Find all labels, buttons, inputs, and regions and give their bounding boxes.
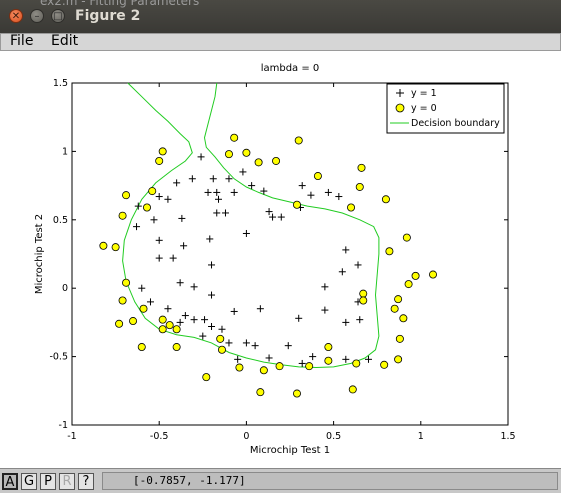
rejected-point — [256, 388, 265, 397]
y-tick-label: -1 — [59, 420, 68, 431]
rejected-point — [275, 362, 284, 371]
status-bar: A G P R ? [-0.7857, -1.177] — [0, 468, 561, 493]
help-button[interactable]: ? — [78, 473, 94, 490]
rejected-point — [142, 203, 151, 212]
rejected-point — [294, 136, 303, 145]
y-tick-label: -0.5 — [49, 352, 68, 363]
x-tick-label: -1 — [67, 431, 76, 442]
y-tick-label: 1.5 — [53, 78, 68, 89]
rejected-point — [394, 355, 403, 364]
x-tick-label: 1 — [418, 431, 424, 442]
rejected-point — [115, 319, 124, 328]
rejected-point — [158, 315, 167, 324]
rejected-point — [259, 366, 268, 375]
minimize-button[interactable]: – — [30, 9, 44, 23]
rejected-point — [122, 191, 131, 200]
maximize-button[interactable]: □ — [51, 9, 65, 23]
rejected-point — [172, 325, 181, 334]
rejected-point — [348, 385, 357, 394]
rotate-button[interactable]: R — [59, 473, 75, 490]
minimize-icon: – — [34, 11, 40, 22]
x-tick-label: -0.5 — [150, 431, 169, 442]
rejected-point — [224, 150, 233, 159]
legend-label-y1: y = 1 — [411, 88, 437, 99]
rejected-point — [324, 356, 333, 365]
y-tick-label: 0 — [62, 283, 68, 294]
close-button[interactable]: ✕ — [9, 9, 23, 23]
axes-box — [71, 82, 509, 426]
rejected-point — [129, 317, 138, 326]
legend-label-boundary: Decision boundary — [411, 118, 500, 129]
rejected-point — [292, 200, 301, 209]
rejected-point — [359, 296, 368, 305]
rejected-point — [165, 321, 174, 330]
rejected-point — [118, 211, 127, 220]
legend-label-y0: y = 0 — [411, 103, 437, 114]
rejected-point — [216, 334, 225, 343]
rejected-point — [137, 343, 146, 352]
maximize-icon: □ — [53, 11, 63, 22]
rejected-point — [272, 156, 281, 165]
legend: y = 1 y = 0 Decision boundary — [386, 83, 505, 134]
rejected-point — [235, 363, 244, 372]
legend-circle-icon — [395, 103, 405, 113]
rejected-point — [139, 304, 148, 313]
rejected-point — [395, 334, 404, 343]
rejected-point — [429, 270, 438, 279]
window-title: Figure 2 — [75, 8, 141, 24]
x-axis-label: Microchip Test 1 — [250, 445, 330, 456]
title-bar[interactable]: ex2.m - Fitting Parameters ✕ – □ Figure … — [0, 0, 561, 34]
rejected-point — [172, 343, 181, 352]
rejected-point — [347, 203, 356, 212]
close-icon: ✕ — [11, 11, 21, 22]
rejected-point — [292, 389, 301, 398]
rejected-point — [122, 278, 131, 287]
rejected-point — [217, 345, 226, 354]
rejected-point — [158, 147, 167, 156]
coordinate-readout: [-0.7857, -1.177] — [102, 472, 558, 490]
grid-button[interactable]: G — [21, 473, 37, 490]
y-tick-label: 1 — [62, 146, 68, 157]
menu-bar: File Edit — [0, 33, 561, 51]
rejected-point — [111, 243, 120, 252]
rejected-point — [355, 182, 364, 191]
rejected-point — [381, 195, 390, 204]
rejected-point — [357, 163, 366, 172]
rejected-point — [404, 280, 413, 289]
rejected-point — [99, 241, 108, 250]
rejected-point — [385, 247, 394, 256]
chart-title: lambda = 0 — [261, 63, 320, 74]
rejected-point — [390, 304, 399, 313]
rejected-point — [380, 360, 389, 369]
background-window-title: ex2.m - Fitting Parameters — [40, 0, 200, 8]
rejected-point — [148, 187, 157, 196]
axes-button[interactable]: A — [2, 473, 18, 490]
rejected-point — [158, 325, 167, 334]
rejected-point — [359, 289, 368, 298]
rejected-point — [305, 362, 314, 371]
x-tick-label: 1.5 — [500, 431, 515, 442]
menu-file[interactable]: File — [10, 33, 33, 49]
x-tick-label: 0 — [243, 431, 249, 442]
rejected-point — [202, 373, 211, 382]
rejected-point — [230, 133, 239, 142]
rejected-point — [242, 148, 251, 157]
rejected-point — [313, 172, 322, 181]
menu-edit[interactable]: Edit — [51, 33, 78, 49]
rejected-point — [118, 296, 127, 305]
rejected-point — [254, 158, 263, 167]
x-tick-label: 0.5 — [326, 431, 341, 442]
y-tick-label: 0.5 — [53, 215, 68, 226]
figure-canvas[interactable]: lambda = 0 Microchip Test 1 Microchip Te… — [0, 51, 561, 467]
rejected-point — [411, 271, 420, 280]
rejected-point — [352, 359, 361, 368]
rejected-point — [402, 233, 411, 242]
rejected-point — [394, 295, 403, 304]
rejected-point — [155, 156, 164, 165]
y-axis-label: Microchip Test 2 — [34, 214, 45, 294]
rejected-point — [324, 343, 333, 352]
figure-window: ex2.m - Fitting Parameters ✕ – □ Figure … — [0, 0, 561, 493]
rejected-point — [399, 314, 408, 323]
pan-button[interactable]: P — [40, 473, 56, 490]
